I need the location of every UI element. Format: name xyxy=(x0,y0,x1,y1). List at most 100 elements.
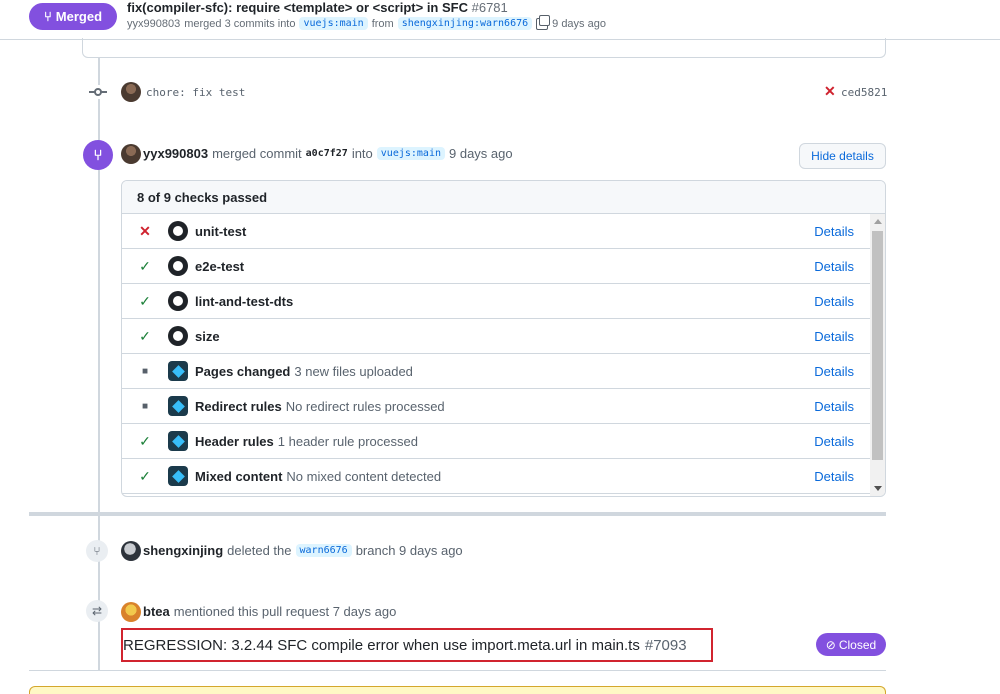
checks-summary: 8 of 9 checks passed xyxy=(122,181,885,214)
pr-title[interactable]: fix(compiler-sfc): require <template> or… xyxy=(127,0,508,15)
pr-merged-text: merged 3 commits into xyxy=(184,17,296,30)
github-icon xyxy=(168,256,188,276)
closed-label: Closed xyxy=(838,637,877,652)
git-branch-icon: ⑂ xyxy=(86,540,108,562)
previous-commit-box xyxy=(82,38,886,58)
check-details-link[interactable]: Details xyxy=(814,329,854,344)
netlify-icon xyxy=(168,396,188,416)
delete-suffix: branch 9 days ago xyxy=(355,543,463,558)
check-row: ✕ unit-test Details xyxy=(122,214,870,249)
check-name: Pages changed xyxy=(195,363,291,379)
commit-message[interactable]: chore: fix test xyxy=(146,86,245,99)
check-description: 3 new files uploaded xyxy=(294,363,413,379)
x-icon: ✕ xyxy=(139,222,151,239)
mention-author-link[interactable]: btea xyxy=(143,604,170,619)
delete-author-link[interactable]: shengxinjing xyxy=(143,543,223,558)
github-icon xyxy=(168,291,188,311)
check-icon: ✓ xyxy=(139,327,151,344)
check-details-link[interactable]: Details xyxy=(814,364,854,379)
check-description: No redirect rules processed xyxy=(285,398,445,414)
check-row: ✓ Header rules 1 header rule processed Deta… xyxy=(122,424,870,459)
check-icon: ✓ xyxy=(139,257,151,274)
copy-icon[interactable] xyxy=(536,14,551,30)
check-name: Redirect rules xyxy=(195,398,282,414)
avatar[interactable] xyxy=(121,541,141,561)
mention-text: mentioned this pull request 7 days ago xyxy=(173,604,397,619)
pr-time: 9 days ago xyxy=(552,17,606,30)
check-row: ✓ size Details xyxy=(122,319,870,354)
x-icon[interactable]: ✕ xyxy=(824,83,836,100)
check-description: 1 header rule processed xyxy=(277,433,418,449)
merge-branch-label[interactable]: vuejs:main xyxy=(376,147,445,160)
delete-branch-event: shengxinjing deleted the warn6676 branch… xyxy=(143,543,463,558)
scroll-up-arrow-icon[interactable] xyxy=(874,219,882,224)
mentioned-issue-link[interactable]: REGRESSION: 3.2.44 SFC compile error whe… xyxy=(121,628,713,662)
hide-details-button[interactable]: Hide details xyxy=(799,143,886,169)
github-icon xyxy=(168,326,188,346)
check-name: Header rules xyxy=(195,433,274,449)
git-commit-icon xyxy=(89,85,107,99)
check-details-link[interactable]: Details xyxy=(814,259,854,274)
git-merge-icon: ⑂ xyxy=(43,9,52,24)
mention-event: btea mentioned this pull request 7 days … xyxy=(143,604,396,619)
check-row: ✓ e2e-test Details xyxy=(122,249,870,284)
check-details-link[interactable]: Details xyxy=(814,469,854,484)
check-name: unit-test xyxy=(195,223,247,239)
checks-panel: 8 of 9 checks passed ✕ unit-test Details ✓ e… xyxy=(121,180,886,497)
head-branch-label[interactable]: shengxinjing:warn6676 xyxy=(397,17,533,30)
mentioned-issue-title[interactable]: REGRESSION: 3.2.44 SFC compile error whe… xyxy=(123,637,640,654)
check-row: ✓ lint-and-test-dts Details xyxy=(122,284,870,319)
check-details-link[interactable]: Details xyxy=(814,224,854,239)
check-details-link[interactable]: Details xyxy=(814,399,854,414)
merged-badge-label: Merged xyxy=(55,9,103,24)
scrollbar-thumb[interactable] xyxy=(872,231,883,460)
notice-banner xyxy=(29,686,886,694)
square-icon: ■ xyxy=(141,400,149,412)
check-icon: ✓ xyxy=(139,467,151,484)
merge-text: merged commit xyxy=(212,146,302,161)
pr-number: #6781 xyxy=(471,0,508,15)
check-name: e2e-test xyxy=(195,258,245,274)
netlify-icon xyxy=(168,466,188,486)
timeline-divider xyxy=(29,512,886,516)
pr-meta-line: yyx990803 merged 3 commits into vuejs:ma… xyxy=(127,14,606,30)
check-circle-icon: ⊘ xyxy=(825,637,836,652)
netlify-icon xyxy=(168,361,188,381)
square-icon: ■ xyxy=(141,365,149,377)
merge-event-text: yyx990803 merged commit a0c7f27 into vue… xyxy=(143,146,513,161)
check-row: ✓ Mixed content No mixed content detected D… xyxy=(122,459,870,494)
cross-reference-icon: ⇄ xyxy=(86,600,108,622)
check-icon: ✓ xyxy=(139,432,151,449)
mentioned-issue-number: #7093 xyxy=(644,636,687,654)
commit-sha[interactable]: ced5821 xyxy=(841,86,887,99)
merged-status-badge: ⑂ Merged xyxy=(29,3,117,30)
delete-text: deleted the xyxy=(227,543,292,558)
pr-title-text[interactable]: fix(compiler-sfc): require <template> or… xyxy=(127,0,468,15)
merge-into-text: into xyxy=(351,146,373,161)
check-description: No mixed content detected xyxy=(286,468,442,484)
merge-time: 9 days ago xyxy=(449,146,513,161)
git-merge-icon: ⑂ xyxy=(83,140,113,170)
netlify-icon xyxy=(168,431,188,451)
checks-scrollbar[interactable] xyxy=(870,214,885,496)
base-branch-label[interactable]: vuejs:main xyxy=(299,17,368,30)
check-icon: ✓ xyxy=(139,292,151,309)
timeline-line xyxy=(98,58,100,512)
timeline-divider xyxy=(29,670,886,671)
issue-closed-badge: ⊘ Closed xyxy=(816,633,886,656)
avatar[interactable] xyxy=(121,602,141,622)
github-icon xyxy=(168,221,188,241)
avatar[interactable] xyxy=(121,82,141,102)
scroll-down-arrow-icon[interactable] xyxy=(874,486,882,491)
check-name: size xyxy=(195,328,220,344)
pr-author-link[interactable]: yyx990803 xyxy=(127,18,180,30)
check-details-link[interactable]: Details xyxy=(814,434,854,449)
merge-author-link[interactable]: yyx990803 xyxy=(143,146,208,161)
avatar[interactable] xyxy=(121,144,141,164)
merge-commit-sha[interactable]: a0c7f27 xyxy=(306,148,348,159)
check-row: ■ Redirect rules No redirect rules process… xyxy=(122,389,870,424)
check-name: Mixed content xyxy=(195,468,283,484)
check-details-link[interactable]: Details xyxy=(814,294,854,309)
deleted-branch-label: warn6676 xyxy=(295,544,352,557)
pr-from-text: from xyxy=(371,17,394,30)
